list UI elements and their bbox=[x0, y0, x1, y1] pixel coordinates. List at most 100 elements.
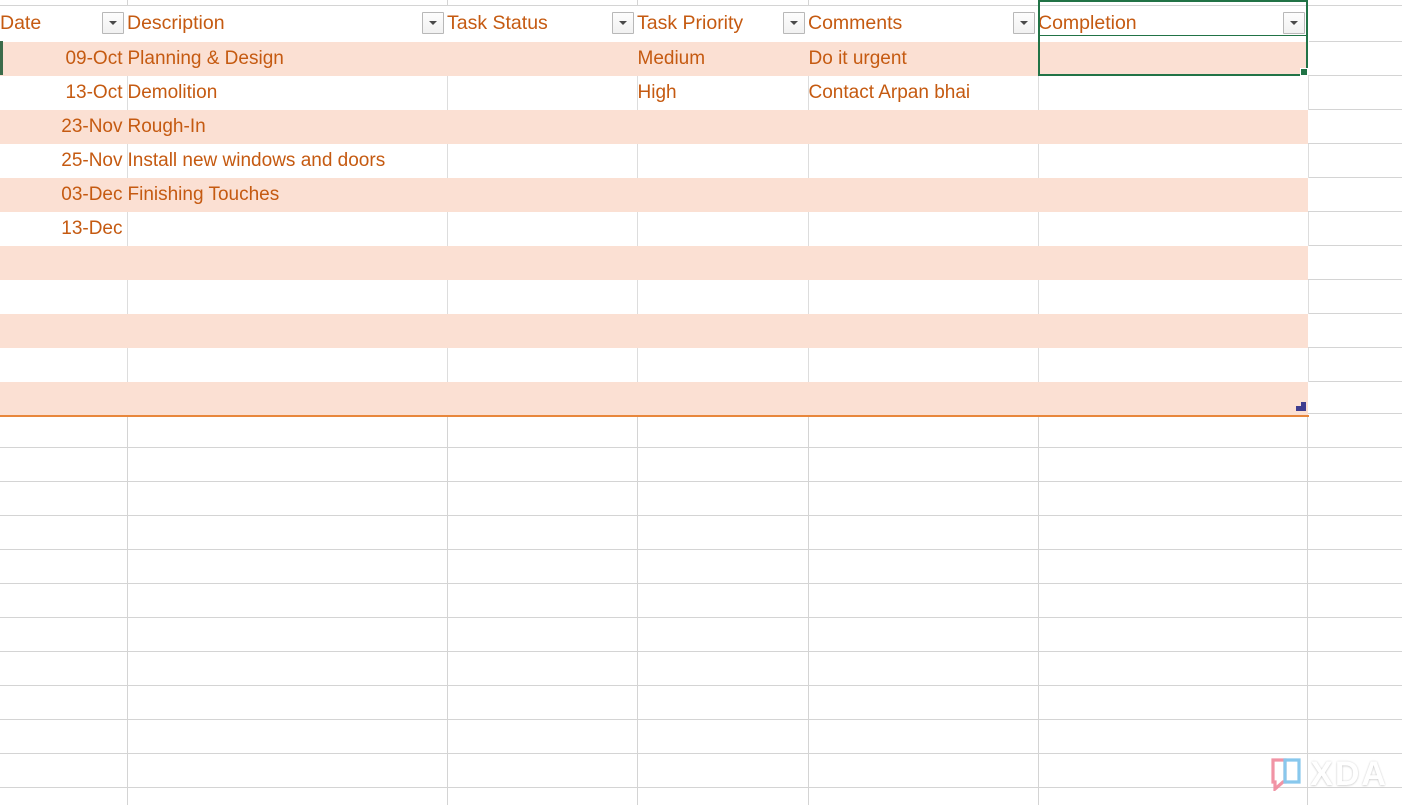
cell-comments[interactable] bbox=[808, 314, 1038, 348]
cell-date[interactable]: 13-Oct bbox=[0, 76, 128, 110]
filter-dropdown-completion[interactable] bbox=[1283, 12, 1305, 34]
project-task-table[interactable]: Date Description Task Status Task Priority C… bbox=[0, 6, 1309, 417]
column-header-desc[interactable]: Description bbox=[127, 6, 447, 42]
cell-status[interactable] bbox=[447, 280, 638, 314]
cell-status[interactable] bbox=[447, 110, 637, 144]
cell-comments[interactable] bbox=[808, 348, 1039, 382]
cell-priority[interactable] bbox=[637, 212, 809, 246]
filter-dropdown-comments[interactable] bbox=[1013, 12, 1035, 34]
fill-handle[interactable] bbox=[1300, 68, 1308, 76]
table-row[interactable] bbox=[0, 314, 1308, 348]
column-header-priority[interactable]: Task Priority bbox=[637, 6, 808, 42]
cell-status[interactable] bbox=[447, 314, 637, 348]
cell-comments[interactable] bbox=[808, 110, 1038, 144]
table-row[interactable] bbox=[0, 246, 1308, 280]
cell-status[interactable] bbox=[447, 178, 637, 212]
cell-date[interactable] bbox=[0, 314, 127, 348]
cell-priority[interactable] bbox=[637, 314, 808, 348]
cell-comments[interactable] bbox=[808, 178, 1038, 212]
spreadsheet-canvas[interactable]: Date Description Task Status Task Priority C… bbox=[0, 0, 1402, 805]
cell-desc[interactable] bbox=[127, 280, 448, 314]
cell-comments[interactable] bbox=[808, 280, 1039, 314]
table-row[interactable]: 13-Dec bbox=[0, 212, 1309, 246]
cell-priority[interactable] bbox=[637, 348, 809, 382]
cell-date[interactable]: 09-Oct bbox=[0, 41, 127, 76]
table-row[interactable]: 23-Nov Rough-In bbox=[0, 110, 1308, 144]
cell-comments[interactable] bbox=[808, 246, 1038, 280]
chevron-down-icon bbox=[619, 21, 627, 25]
cell-desc[interactable] bbox=[127, 382, 447, 417]
cell-desc[interactable] bbox=[127, 314, 447, 348]
cell-status[interactable] bbox=[447, 144, 638, 178]
cell-priority[interactable] bbox=[637, 178, 808, 212]
table-body: 09-Oct Planning & Design Medium Do it urgen… bbox=[0, 41, 1309, 417]
cell-comments[interactable] bbox=[808, 144, 1039, 178]
cell-completion[interactable] bbox=[1038, 280, 1309, 314]
xda-watermark: XDA bbox=[1269, 757, 1388, 793]
cell-completion[interactable] bbox=[1038, 212, 1309, 246]
cell-comments[interactable] bbox=[808, 212, 1039, 246]
cell-date[interactable]: 13-Dec bbox=[0, 212, 128, 246]
cell-completion[interactable] bbox=[1038, 382, 1308, 417]
cell-date[interactable] bbox=[0, 382, 127, 417]
cell-desc[interactable] bbox=[127, 246, 447, 280]
cell-completion[interactable] bbox=[1038, 76, 1309, 110]
cell-date[interactable] bbox=[0, 246, 127, 280]
column-header-status[interactable]: Task Status bbox=[447, 6, 637, 42]
cell-status[interactable] bbox=[447, 382, 637, 417]
cell-priority[interactable]: Medium bbox=[637, 41, 808, 76]
column-header-completion[interactable]: Completion bbox=[1038, 6, 1308, 42]
chevron-down-icon bbox=[790, 21, 798, 25]
cell-comments[interactable]: Contact Arpan bhai bbox=[808, 76, 1039, 110]
cell-completion[interactable] bbox=[1038, 314, 1308, 348]
cell-desc[interactable]: Install new windows and doors bbox=[127, 144, 448, 178]
cell-completion[interactable] bbox=[1038, 246, 1308, 280]
cell-desc[interactable]: Planning & Design bbox=[127, 41, 447, 76]
table-row[interactable]: 13-Oct Demolition High Contact Arpan bhai bbox=[0, 76, 1309, 110]
cell-desc[interactable]: Rough-In bbox=[127, 110, 447, 144]
cell-date[interactable] bbox=[0, 280, 128, 314]
cell-status[interactable] bbox=[447, 76, 638, 110]
cell-desc[interactable] bbox=[127, 212, 448, 246]
cell-status[interactable] bbox=[447, 41, 637, 76]
table-row[interactable]: 09-Oct Planning & Design Medium Do it urgen… bbox=[0, 41, 1308, 76]
table-row[interactable] bbox=[0, 382, 1308, 417]
column-header-label: Comments bbox=[808, 12, 903, 34]
cell-priority[interactable]: High bbox=[637, 76, 809, 110]
cell-desc[interactable]: Demolition bbox=[127, 76, 448, 110]
filter-dropdown-desc[interactable] bbox=[422, 12, 444, 34]
cell-priority[interactable] bbox=[637, 110, 808, 144]
cell-completion[interactable] bbox=[1038, 178, 1308, 212]
cell-date[interactable]: 25-Nov bbox=[0, 144, 128, 178]
chevron-down-icon bbox=[1020, 21, 1028, 25]
cell-comments[interactable] bbox=[808, 382, 1038, 417]
column-header-date[interactable]: Date bbox=[0, 6, 127, 42]
table-row[interactable]: 03-Dec Finishing Touches bbox=[0, 178, 1308, 212]
cell-status[interactable] bbox=[447, 246, 637, 280]
filter-dropdown-date[interactable] bbox=[102, 12, 124, 34]
filter-dropdown-status[interactable] bbox=[612, 12, 634, 34]
cell-date[interactable] bbox=[0, 348, 128, 382]
column-header-comments[interactable]: Comments bbox=[808, 6, 1038, 42]
cell-priority[interactable] bbox=[637, 382, 808, 417]
table-row[interactable] bbox=[0, 348, 1309, 382]
cell-priority[interactable] bbox=[637, 144, 809, 178]
chevron-down-icon bbox=[109, 21, 117, 25]
cell-desc[interactable]: Finishing Touches bbox=[127, 178, 447, 212]
filter-dropdown-priority[interactable] bbox=[783, 12, 805, 34]
cell-priority[interactable] bbox=[637, 280, 809, 314]
cell-status[interactable] bbox=[447, 212, 638, 246]
cell-desc[interactable] bbox=[127, 348, 448, 382]
cell-date[interactable]: 03-Dec bbox=[0, 178, 127, 212]
cell-completion[interactable] bbox=[1038, 110, 1308, 144]
cell-date[interactable]: 23-Nov bbox=[0, 110, 127, 144]
cell-comments[interactable]: Do it urgent bbox=[808, 41, 1038, 76]
cell-completion[interactable] bbox=[1038, 41, 1308, 76]
table-row[interactable]: 25-Nov Install new windows and doors bbox=[0, 144, 1309, 178]
cell-priority[interactable] bbox=[637, 246, 808, 280]
cell-status[interactable] bbox=[447, 348, 638, 382]
table-row[interactable] bbox=[0, 280, 1309, 314]
cell-completion[interactable] bbox=[1038, 144, 1309, 178]
cell-completion[interactable] bbox=[1038, 348, 1309, 382]
table-resize-handle[interactable] bbox=[1296, 401, 1306, 411]
